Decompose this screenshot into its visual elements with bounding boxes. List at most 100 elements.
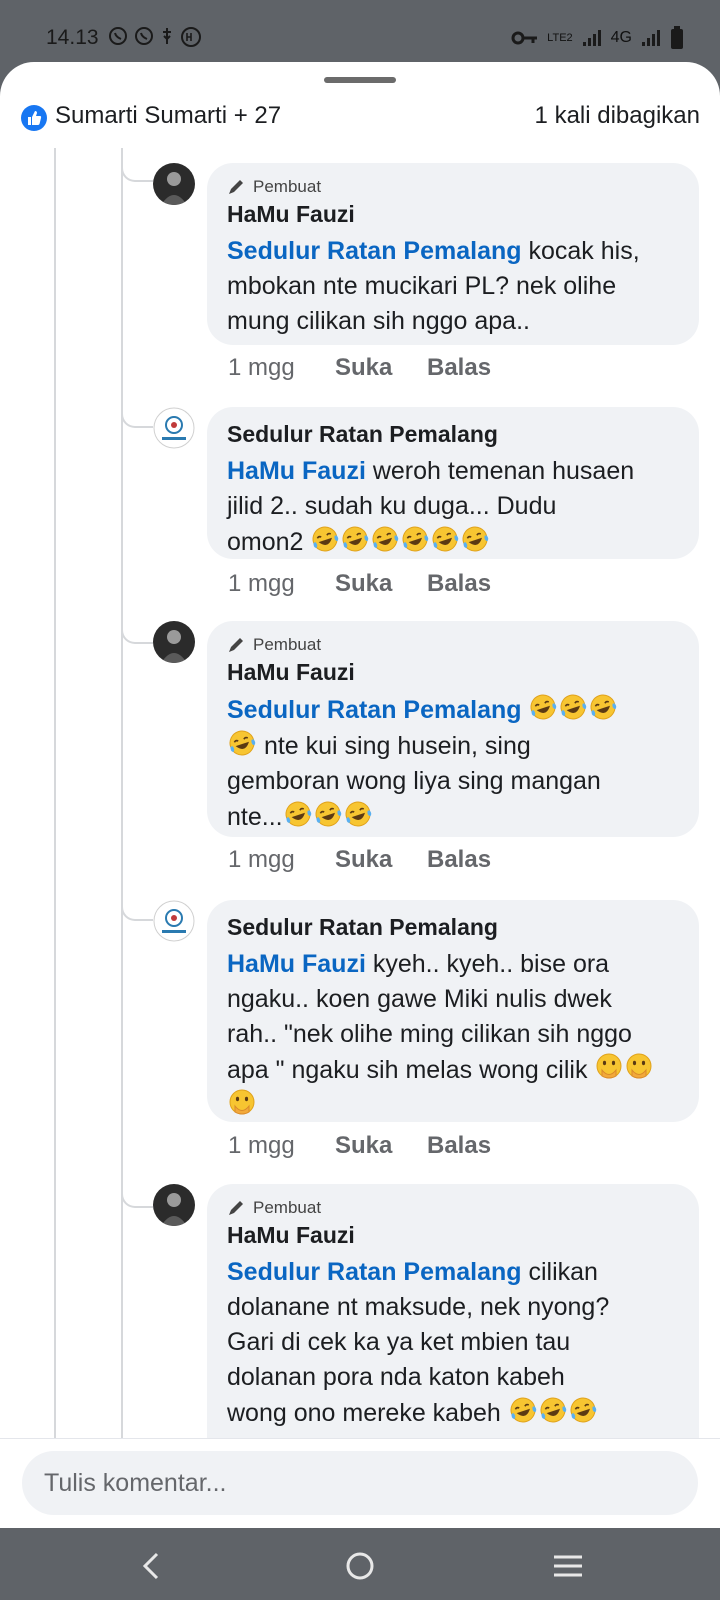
reactions-summary[interactable]: Sumarti Sumarti + 27 [55, 102, 281, 130]
laughing-emoji-row [310, 526, 490, 556]
comment-bubble[interactable]: Pembuat HaMu Fauzi Sedulur Ratan Pemalan… [207, 621, 699, 837]
reply-connector [121, 887, 153, 921]
laughing-tears-emoji-icon [590, 694, 617, 720]
laughing-tears-emoji-icon [530, 694, 557, 720]
mention-link[interactable]: HaMu Fauzi [227, 457, 366, 485]
avatar[interactable] [153, 621, 195, 663]
laughing-tears-emoji-icon [229, 730, 256, 756]
comment-author[interactable]: Sedulur Ratan Pemalang [227, 421, 679, 448]
reply-button[interactable]: Balas [427, 1132, 491, 1160]
laughing-tears-emoji-icon [570, 1397, 596, 1423]
usb-icon [163, 28, 171, 44]
comment-text: HaMu Fauzi kyeh.. kyeh.. bise ora ngaku.… [227, 947, 679, 1124]
pencil-icon [229, 638, 243, 652]
mention-link[interactable]: Sedulur Ratan Pemalang [227, 1258, 522, 1286]
comment-actions: 1 mgg Suka Balas [228, 570, 491, 598]
home-icon[interactable] [340, 1546, 380, 1586]
reply-connector [121, 148, 153, 182]
comment-composer-bar: Tulis komentar... [0, 1438, 720, 1528]
laughing-tears-emoji-icon [315, 801, 341, 827]
laughing-emoji-row [508, 1397, 598, 1427]
drag-handle[interactable] [324, 77, 396, 83]
signal-icon-1 [582, 30, 601, 46]
comment-bubble[interactable]: Sedulur Ratan Pemalang HaMu Fauzi kyeh..… [207, 900, 699, 1122]
laughing-tears-emoji-icon [540, 1397, 566, 1423]
system-nav-bar [0, 1528, 720, 1600]
laughing-tears-emoji-icon [372, 526, 399, 552]
signal-icon-2 [642, 30, 660, 46]
comment-actions: 1 mgg Suka Balas [228, 1132, 491, 1160]
battery-icon [671, 26, 683, 49]
status-time: 14.13 [46, 26, 99, 49]
vpn-key-icon [511, 31, 538, 45]
hand-over-mouth-emoji-icon [596, 1053, 622, 1079]
reply-button[interactable]: Balas [427, 846, 491, 874]
hand-over-mouth-emoji-icon [626, 1053, 652, 1079]
laughing-tears-emoji-icon [560, 694, 587, 720]
comment-bubble[interactable]: Pembuat HaMu Fauzi Sedulur Ratan Pemalan… [207, 163, 699, 345]
recents-icon[interactable] [548, 1546, 588, 1586]
comment-time[interactable]: 1 mgg [228, 846, 335, 874]
laughing-tears-emoji-icon [345, 801, 371, 827]
comment-author[interactable]: Sedulur Ratan Pemalang [227, 914, 679, 941]
author-badge: Pembuat [253, 635, 322, 654]
laughing-tears-emoji-icon [285, 801, 311, 827]
comment-author[interactable]: HaMu Fauzi [227, 1222, 679, 1249]
pencil-icon [229, 1201, 243, 1215]
author-badge: Pembuat [253, 177, 322, 196]
back-icon[interactable] [132, 1546, 172, 1586]
reply-thread-line [121, 148, 123, 1498]
mention-link[interactable]: HaMu Fauzi [227, 950, 366, 978]
comment-bubble[interactable]: Sedulur Ratan Pemalang HaMu Fauzi weroh … [207, 407, 699, 559]
like-button[interactable]: Suka [335, 1132, 427, 1160]
reply-connector [121, 1174, 153, 1208]
laughing-emoji-row [528, 694, 618, 724]
comment-text: Sedulur Ratan Pemalang kocak his, mbokan… [227, 237, 640, 335]
hd-icon [181, 27, 201, 47]
author-badge: Pembuat [253, 1198, 322, 1217]
avatar[interactable] [153, 163, 195, 205]
avatar[interactable] [153, 900, 195, 942]
laughing-emoji-row [227, 730, 257, 760]
like-button[interactable]: Suka [335, 846, 427, 874]
hand-over-mouth-emoji-icon [229, 1089, 255, 1115]
avatar[interactable] [153, 1184, 195, 1226]
comment-time[interactable]: 1 mgg [228, 1132, 335, 1160]
avatar[interactable] [153, 407, 195, 449]
reply-connector [121, 610, 153, 644]
comment-actions: 1 mgg Suka Balas [228, 846, 491, 874]
laughing-tears-emoji-icon [462, 526, 489, 552]
laughing-tears-emoji-icon [312, 526, 339, 552]
mention-link[interactable]: Sedulur Ratan Pemalang [227, 237, 522, 265]
like-button[interactable]: Suka [335, 354, 427, 382]
laughing-emoji-row [283, 801, 373, 831]
laughing-tears-emoji-icon [432, 526, 459, 552]
comment-actions: 1 mgg Suka Balas [228, 354, 491, 382]
comment-text: Sedulur Ratan Pemalang cilikan dolanane … [227, 1258, 610, 1427]
comment-time[interactable]: 1 mgg [228, 354, 335, 382]
comment-author[interactable]: HaMu Fauzi [227, 659, 679, 686]
pencil-icon [229, 180, 243, 194]
like-button[interactable]: Suka [335, 570, 427, 598]
shares-count[interactable]: 1 kali dibagikan [535, 102, 700, 130]
reactions-header: Sumarti Sumarti + 27 1 kali dibagikan [0, 92, 720, 148]
comment-text: HaMu Fauzi weroh temenan husaen jilid 2.… [227, 457, 635, 556]
reply-button[interactable]: Balas [427, 570, 491, 598]
reply-button[interactable]: Balas [427, 354, 491, 382]
status-bar: 14.13 LTE2 4G [0, 0, 720, 64]
laughing-tears-emoji-icon [342, 526, 369, 552]
comment-input[interactable]: Tulis komentar... [22, 1451, 698, 1515]
laughing-tears-emoji-icon [510, 1397, 536, 1423]
comment-time[interactable]: 1 mgg [228, 570, 335, 598]
lte-label: LTE2 [547, 32, 573, 44]
laughing-tears-emoji-icon [402, 526, 429, 552]
comment-text: Sedulur Ratan Pemalang nte kui sing huse… [227, 692, 679, 835]
comments-sheet: Sumarti Sumarti + 27 1 kali dibagikan Pe… [0, 62, 720, 1528]
like-reaction-icon [21, 105, 47, 131]
comment-author[interactable]: HaMu Fauzi [227, 201, 679, 228]
reply-connector [121, 394, 153, 428]
mention-link[interactable]: Sedulur Ratan Pemalang [227, 696, 522, 724]
whatsapp-business-icon [135, 27, 153, 45]
whatsapp-icon [109, 27, 127, 45]
thread-line [54, 148, 56, 1498]
